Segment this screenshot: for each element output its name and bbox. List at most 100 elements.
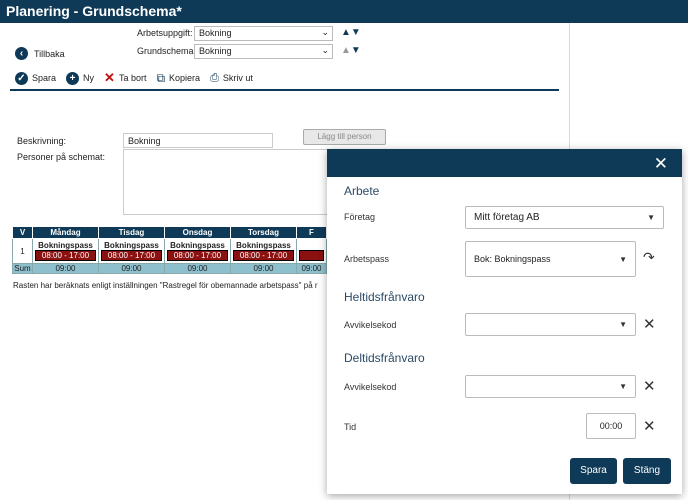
- shift-label: Arbetspass: [344, 254, 390, 264]
- new-button[interactable]: + Ny: [66, 71, 95, 85]
- copy-label: Kopiera: [169, 73, 201, 83]
- deviation-label-parttime: Avvikelsekod: [344, 382, 397, 392]
- description-label: Beskrivning:: [17, 136, 67, 146]
- task-select-value: Bokning: [199, 28, 232, 38]
- sum-cell: 09:00: [98, 263, 165, 274]
- day-header-tuesday: Tisdag: [98, 226, 165, 239]
- dialog-header: ✕: [327, 149, 682, 177]
- description-input[interactable]: Bokning: [123, 133, 273, 148]
- caret-down-icon: ▼: [619, 254, 627, 264]
- week-header: V: [12, 226, 33, 239]
- check-icon: ✓: [15, 71, 28, 85]
- company-select-value: Mitt företag AB: [474, 212, 540, 223]
- day-header-monday: Måndag: [32, 226, 99, 239]
- schedule-cell[interactable]: Bokningspass 08:00 - 17:00: [32, 238, 99, 264]
- caret-down-icon: ▼: [619, 320, 627, 329]
- schema-select[interactable]: Bokning ⌄: [194, 44, 333, 59]
- back-arrow-icon: ‹: [15, 47, 28, 60]
- dialog-save-button[interactable]: Spara: [570, 458, 617, 484]
- toolbar-divider: [10, 89, 559, 91]
- schedule-cell[interactable]: Bokningspass 08:00 - 17:00: [230, 238, 297, 264]
- chevron-down-icon: ⌄: [321, 27, 329, 37]
- task-nav-arrows[interactable]: ▲▼: [341, 27, 361, 38]
- schedule-table: V Måndag Tisdag Onsdag Torsdag F 1 Bokni…: [12, 226, 327, 274]
- schedule-week-row: 1 Bokningspass 08:00 - 17:00 Bokningspass…: [12, 238, 327, 264]
- company-select[interactable]: Mitt företag AB ▼: [465, 206, 664, 229]
- chevron-up-icon[interactable]: ▲: [341, 27, 351, 38]
- new-label: Ny: [83, 73, 95, 83]
- shift-select[interactable]: Bok: Bokningspass ▼: [465, 241, 636, 277]
- section-fulltime-title: Heltidsfrånvaro: [344, 290, 425, 304]
- schedule-header-row: V Måndag Tisdag Onsdag Torsdag F: [12, 226, 327, 239]
- sum-cell: 09:00: [296, 263, 327, 274]
- delete-x-icon: ✕: [104, 70, 115, 85]
- time-input[interactable]: 00:00: [586, 413, 636, 439]
- toolbar: ✓ Spara + Ny ✕ Ta bort ⧉ Kopiera ⎙ Skriv…: [15, 70, 263, 86]
- section-parttime-title: Deltidsfrånvaro: [344, 351, 425, 365]
- pass-name: Bokningspass: [38, 240, 93, 250]
- window-title: Planering - Grundschema*: [0, 0, 688, 23]
- save-label: Spara: [32, 73, 57, 83]
- day-header-friday: F: [296, 226, 327, 239]
- chevron-down-icon: ⌄: [321, 45, 329, 55]
- clear-x-icon[interactable]: ✕: [643, 315, 656, 333]
- chevron-down-icon[interactable]: ▼: [351, 27, 361, 38]
- caret-down-icon: ▼: [647, 213, 655, 222]
- shift-select-value: Bok: Bokningspass: [474, 254, 551, 264]
- print-button[interactable]: ⎙ Skriv ut: [210, 72, 253, 85]
- redo-arrow-icon[interactable]: ↷: [643, 249, 655, 266]
- schedule-sum-row: Sum 09:00 09:00 09:00 09:00 09:00: [12, 263, 327, 274]
- task-select[interactable]: Bokning ⌄: [194, 26, 333, 41]
- schedule-cell[interactable]: Bokningspass 08:00 - 17:00: [164, 238, 231, 264]
- clear-x-icon[interactable]: ✕: [643, 377, 656, 395]
- copy-icon: ⧉: [156, 70, 166, 85]
- company-label: Företag: [344, 212, 376, 222]
- schema-nav-arrows[interactable]: ▲▼: [341, 45, 361, 56]
- deviation-select-parttime[interactable]: ▼: [465, 375, 636, 398]
- clear-x-icon[interactable]: ✕: [643, 417, 656, 435]
- deviation-label-fulltime: Avvikelsekod: [344, 320, 397, 330]
- delete-button[interactable]: ✕ Ta bort: [104, 70, 146, 86]
- persons-list[interactable]: [123, 149, 333, 215]
- day-header-thursday: Torsdag: [230, 226, 297, 239]
- schema-select-value: Bokning: [199, 46, 232, 56]
- print-label: Skriv ut: [222, 73, 253, 83]
- sum-cell: 09:00: [230, 263, 297, 274]
- schedule-cell[interactable]: Bokningspass 08:00 - 17:00: [98, 238, 165, 264]
- save-button[interactable]: ✓ Spara: [15, 71, 57, 85]
- chevron-down-icon[interactable]: ▼: [351, 45, 361, 56]
- pass-time: 08:00 - 17:00: [167, 249, 228, 261]
- chevron-up-icon[interactable]: ▲: [341, 45, 351, 56]
- dialog-close-button[interactable]: Stäng: [623, 458, 671, 484]
- sum-cell: 09:00: [164, 263, 231, 274]
- delete-label: Ta bort: [118, 73, 147, 83]
- sum-label: Sum: [12, 263, 33, 274]
- time-label: Tid: [344, 422, 357, 432]
- deviation-select-fulltime[interactable]: ▼: [465, 313, 636, 336]
- day-header-wednesday: Onsdag: [164, 226, 231, 239]
- pass-time: 08:00 - 17:00: [101, 249, 162, 261]
- pass-time-partial: [299, 249, 324, 261]
- pass-time: 08:00 - 17:00: [35, 249, 96, 261]
- pass-name: Bokningspass: [236, 240, 291, 250]
- back-label: Tillbaka: [34, 48, 65, 59]
- caret-down-icon: ▼: [619, 382, 627, 391]
- task-label: Arbetsuppgift:: [137, 28, 193, 38]
- sum-cell: 09:00: [32, 263, 99, 274]
- back-button[interactable]: ‹ Tillbaka: [15, 47, 65, 60]
- copy-button[interactable]: ⧉ Kopiera: [156, 71, 200, 86]
- week-number: 1: [12, 238, 33, 264]
- add-person-button[interactable]: Lägg till person: [303, 129, 386, 145]
- pass-name-partial: [297, 241, 326, 250]
- schema-label: Grundschema:: [137, 46, 197, 56]
- plus-icon: +: [66, 71, 80, 85]
- time-input-value: 00:00: [599, 421, 623, 431]
- printer-icon: ⎙: [210, 71, 219, 84]
- close-icon[interactable]: ✕: [654, 154, 668, 174]
- pass-time: 08:00 - 17:00: [233, 249, 294, 261]
- pass-name: Bokningspass: [170, 240, 225, 250]
- persons-label: Personer på schemat:: [17, 152, 106, 162]
- schedule-cell[interactable]: [296, 238, 327, 264]
- shift-dialog: ✕ Arbete Företag Mitt företag AB ▼ Arbet…: [327, 149, 682, 494]
- pass-name: Bokningspass: [104, 240, 159, 250]
